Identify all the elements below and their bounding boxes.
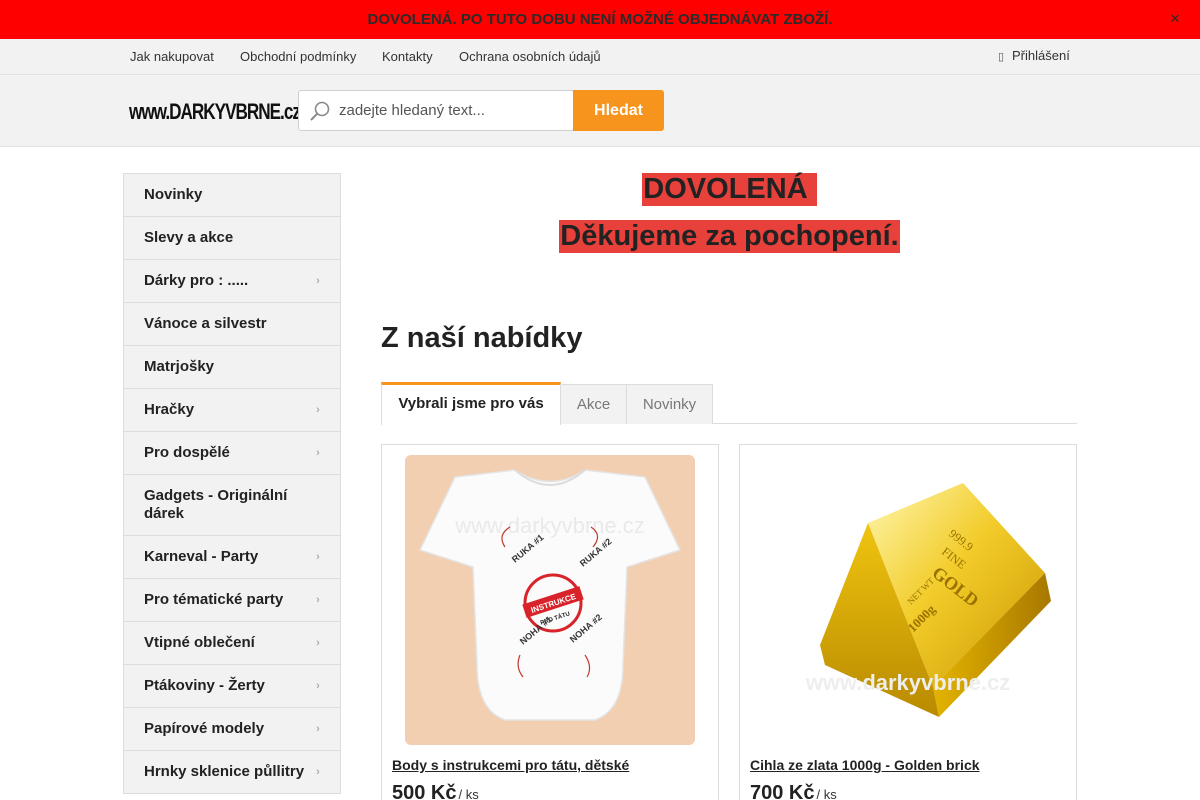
price-value: 700 Kč (750, 782, 815, 800)
search-icon (310, 101, 330, 121)
nav-link-terms[interactable]: Obchodní podmínky (240, 39, 356, 75)
chevron-right-icon: › (316, 404, 320, 416)
price-value: 500 Kč (392, 782, 457, 800)
chevron-right-icon: › (316, 723, 320, 735)
close-icon[interactable]: ✕ (1168, 10, 1182, 28)
sidebar-item-label: Karneval - Party (144, 548, 259, 565)
tab-picked-for-you[interactable]: Vybrali jsme pro vás (381, 382, 561, 425)
search-box (298, 90, 574, 131)
sidebar-item[interactable]: Papírové modely › (124, 708, 340, 751)
sidebar-item[interactable]: Dárky pro : ..... › (124, 260, 340, 303)
product-watermark: www.darkyvbrne.cz (805, 670, 1011, 695)
sidebar-item[interactable]: Slevy a akce (124, 217, 340, 260)
chevron-right-icon: › (316, 766, 320, 778)
sidebar-item-label: Vtipné oblečení (144, 634, 255, 651)
chevron-right-icon: › (316, 447, 320, 459)
tab-sales[interactable]: Akce (560, 384, 627, 424)
sidebar-item[interactable]: Pro tématické party › (124, 579, 340, 622)
price-unit: / ks (458, 787, 479, 800)
sidebar-item-label: Matrjošky (144, 358, 215, 375)
sidebar-item-label: Papírové modely (144, 720, 265, 737)
product-price: 500 Kč / ks (392, 782, 479, 800)
product-card[interactable]: 999.9 FINE GOLD NET WT 1000g www.darkyvb… (739, 444, 1077, 800)
nav-link-privacy[interactable]: Ochrana osobních údajů (459, 39, 601, 75)
sidebar-item[interactable]: Karneval - Party › (124, 536, 340, 579)
search-input[interactable] (339, 91, 569, 130)
notice-line-2: Děkujeme za pochopení. (559, 220, 900, 253)
sidebar-item-label: Pro tématické party (144, 591, 284, 608)
category-sidebar: Novinky Slevy a akce Dárky pro : ..... › Ván… (123, 173, 341, 794)
vacation-banner: DOVOLENÁ. PO TUTO DOBU NENÍ MOŽNÉ OBJEDN… (0, 0, 1200, 39)
product-card[interactable]: www.darkyvbrne.cz RUKA #1 RUKA #2 INSTRU… (381, 444, 719, 800)
sidebar-item-label: Novinky (144, 186, 203, 203)
product-name[interactable]: Body s instrukcemi pro tátu, dětské (392, 757, 629, 773)
tab-new[interactable]: Novinky (626, 384, 713, 424)
sidebar-item[interactable]: Matrjošky (124, 346, 340, 389)
chevron-right-icon: › (316, 637, 320, 649)
search-button[interactable]: Hledat (573, 90, 664, 131)
sidebar-item-label: Ptákoviny - Žerty (144, 677, 265, 694)
sidebar-item-label: Hračky (144, 401, 195, 418)
sidebar-item[interactable]: Novinky (124, 174, 340, 217)
sidebar-item[interactable]: Gadgets - Originální dárek (124, 475, 340, 536)
notice-line-1: DOVOLENÁ (642, 173, 817, 206)
product-price: 700 Kč / ks (750, 782, 837, 800)
sidebar-item[interactable]: Hrnky sklenice půllitry › (124, 751, 340, 793)
sidebar-item[interactable]: Ptákoviny - Žerty › (124, 665, 340, 708)
chevron-right-icon: › (316, 275, 320, 287)
user-icon: ▯ (998, 51, 1005, 63)
sidebar-item-label: Dárky pro : ..... (144, 272, 249, 289)
login-label: Přihlášení (1012, 48, 1070, 63)
product-watermark: www.darkyvbrne.cz (454, 513, 645, 538)
login-link[interactable]: ▯ Přihlášení (998, 39, 1070, 75)
product-name[interactable]: Cihla ze zlata 1000g - Golden brick (750, 757, 980, 773)
sidebar-item[interactable]: Pro dospělé › (124, 432, 340, 475)
top-nav: Jak nakupovat Obchodní podmínky Kontakty… (0, 39, 1200, 75)
chevron-right-icon: › (316, 594, 320, 606)
sidebar-item-label: Hrnky sklenice půllitry (144, 763, 305, 780)
chevron-right-icon: › (316, 680, 320, 692)
sidebar-item-label: Pro dospělé (144, 444, 230, 461)
offer-tabs: Vybrali jsme pro vás Akce Novinky (381, 382, 1077, 425)
header: www.DARKYVBRNE.cz Hledat (0, 75, 1200, 147)
product-image-gold-brick[interactable]: 999.9 FINE GOLD NET WT 1000g www.darkyvb… (763, 455, 1053, 745)
nav-link-how-to-buy[interactable]: Jak nakupovat (130, 39, 214, 75)
nav-link-contacts[interactable]: Kontakty (382, 39, 433, 75)
product-image-baby-body[interactable]: www.darkyvbrne.cz RUKA #1 RUKA #2 INSTRU… (405, 455, 695, 745)
banner-text: DOVOLENÁ. PO TUTO DOBU NENÍ MOŽNÉ OBJEDN… (367, 11, 833, 28)
site-logo[interactable]: www.DARKYVBRNE.cz (129, 97, 301, 127)
sidebar-item-label: Slevy a akce (144, 229, 234, 246)
sidebar-item[interactable]: Hračky › (124, 389, 340, 432)
sidebar-item-label: Gadgets - Originální dárek (144, 487, 288, 522)
sidebar-item-label: Vánoce a silvestr (144, 315, 267, 332)
chevron-right-icon: › (316, 551, 320, 563)
sidebar-item[interactable]: Vánoce a silvestr (124, 303, 340, 346)
price-unit: / ks (816, 787, 837, 800)
offer-title: Z naší nabídky (381, 322, 583, 354)
sidebar-item[interactable]: Vtipné oblečení › (124, 622, 340, 665)
